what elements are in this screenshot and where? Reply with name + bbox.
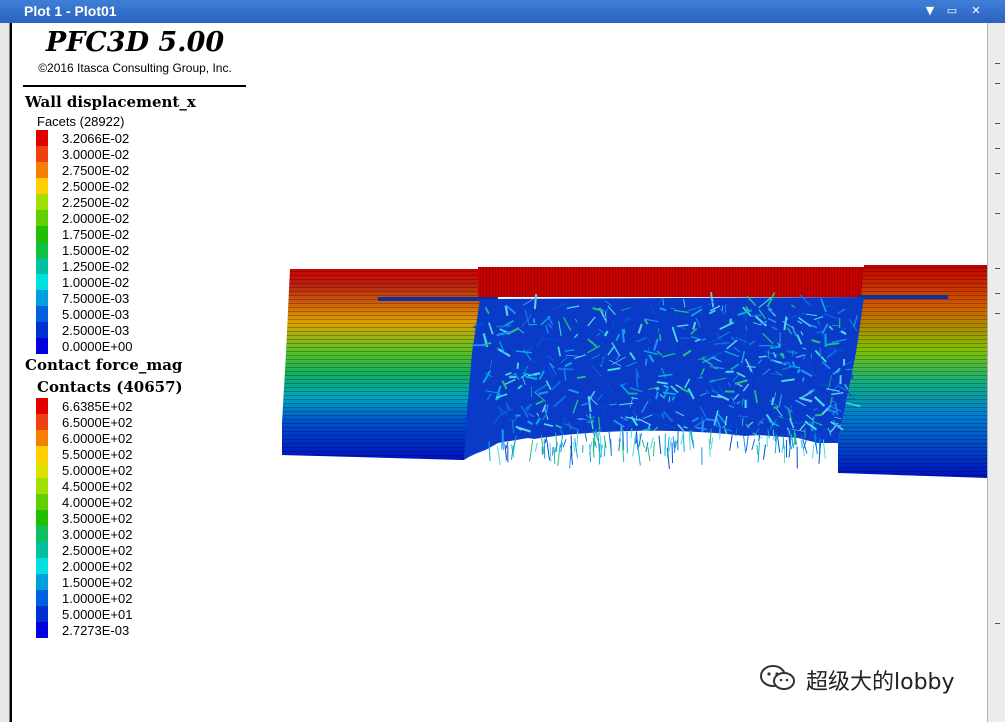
plot-viewport[interactable]: [258, 23, 988, 722]
strip-tick: [995, 293, 1000, 294]
strip-tick: [995, 123, 1000, 124]
wall-scale-label: 2.5000E-03: [62, 323, 130, 338]
wall-scale-label: 0.0000E+00: [62, 339, 133, 354]
strip-tick: [995, 268, 1000, 269]
watermark-text: 超级大的lobby: [806, 670, 955, 695]
contact-scale-label: 4.0000E+02: [62, 495, 133, 510]
wall-scale-label: 2.7500E-02: [62, 163, 130, 178]
wall-scale-label: 2.5000E-02: [62, 179, 130, 194]
contact-section-title: Contact force_mag: [25, 356, 183, 374]
strip-tick: [995, 83, 1000, 84]
contact-section-subtitle: Contacts (40657): [37, 378, 183, 396]
wall-color-swatch: [36, 258, 48, 274]
contact-color-swatch: [36, 526, 48, 542]
wall-color-swatch: [36, 306, 48, 322]
window-titlebar[interactable]: Plot 1 - Plot01 ▼ ▭ ✕: [0, 0, 1005, 24]
wall-color-swatch: [36, 162, 48, 178]
contact-scale-label: 2.5000E+02: [62, 543, 133, 558]
legend-divider: [23, 85, 246, 87]
wall-scale-label: 1.2500E-02: [62, 259, 130, 274]
wall-scale-label: 1.7500E-02: [62, 227, 130, 242]
strip-tick: [995, 623, 1000, 624]
contact-scale-label: 6.5000E+02: [62, 415, 133, 430]
contact-scale-label: 2.7273E-03: [62, 623, 130, 638]
contact-scale-label: 3.5000E+02: [62, 511, 133, 526]
contact-scale-label: 1.5000E+02: [62, 575, 133, 590]
contact-scale-label: 2.0000E+02: [62, 559, 133, 574]
strip-tick: [995, 313, 1000, 314]
contact-scale-label: 6.0000E+02: [62, 431, 133, 446]
wall-color-swatch: [36, 290, 48, 306]
contact-color-swatch: [36, 606, 48, 622]
wall-scale-label: 2.0000E-02: [62, 211, 130, 226]
window-title: Plot 1 - Plot01: [24, 3, 117, 19]
strip-tick: [995, 148, 1000, 149]
contact-color-swatch: [36, 398, 48, 414]
contact-color-swatch: [36, 510, 48, 526]
wall-scale-label: 2.2500E-02: [62, 195, 130, 210]
restore-icon[interactable]: ▭: [943, 3, 961, 19]
contact-color-swatch: [36, 590, 48, 606]
contact-color-swatch: [36, 430, 48, 446]
wall-color-swatch: [36, 322, 48, 338]
model-render: [282, 265, 988, 478]
wall-color-swatch: [36, 242, 48, 258]
left-panel-edge: [0, 23, 9, 722]
wall-section-subtitle: Facets (28922): [37, 114, 125, 129]
wall-color-swatch: [36, 194, 48, 210]
wall-scale-label: 1.0000E-02: [62, 275, 130, 290]
wall-scale-label: 7.5000E-03: [62, 291, 130, 306]
legend-panel: PFC3D 5.00 ©2016 Itasca Consulting Group…: [10, 23, 260, 722]
close-icon[interactable]: ✕: [967, 3, 985, 19]
wall-color-swatch: [36, 274, 48, 290]
strip-tick: [995, 213, 1000, 214]
contact-scale-label: 6.6385E+02: [62, 399, 133, 414]
contact-scale-label: 5.5000E+02: [62, 447, 133, 462]
contact-color-swatch: [36, 414, 48, 430]
contact-color-swatch: [36, 478, 48, 494]
wall-color-swatch: [36, 226, 48, 242]
wall-color-swatch: [36, 338, 48, 354]
contact-color-swatch: [36, 558, 48, 574]
contact-scale-label: 5.0000E+01: [62, 607, 133, 622]
strip-tick: [995, 173, 1000, 174]
wall-scale-label: 3.2066E-02: [62, 131, 130, 146]
wall-scale-label: 5.0000E-03: [62, 307, 130, 322]
wall-color-swatch: [36, 210, 48, 226]
wechat-icon: [760, 665, 795, 690]
strip-tick: [995, 63, 1000, 64]
top-wall-facets: [478, 267, 866, 297]
contact-scale-label: 1.0000E+02: [62, 591, 133, 606]
right-toolbar-strip: [987, 23, 1005, 722]
contact-scale-label: 5.0000E+02: [62, 463, 133, 478]
contact-color-swatch: [36, 622, 48, 638]
program-title: PFC3D 5.00: [45, 27, 225, 58]
contact-color-swatch: [36, 494, 48, 510]
wall-scale-label: 3.0000E-02: [62, 147, 130, 162]
wall-section-title: Wall displacement_x: [25, 93, 196, 111]
plot-content: PFC3D 5.00 ©2016 Itasca Consulting Group…: [9, 23, 988, 722]
wall-color-swatch: [36, 146, 48, 162]
wall-scale-label: 1.5000E-02: [62, 243, 130, 258]
wall-color-swatch: [36, 178, 48, 194]
contact-scale-label: 4.5000E+02: [62, 479, 133, 494]
contact-color-swatch: [36, 462, 48, 478]
contact-color-swatch: [36, 446, 48, 462]
contact-color-swatch: [36, 574, 48, 590]
dropdown-icon[interactable]: ▼: [921, 3, 939, 19]
contact-scale-label: 3.0000E+02: [62, 527, 133, 542]
stripe-right: [858, 295, 948, 299]
copyright-text: ©2016 Itasca Consulting Group, Inc.: [38, 61, 232, 75]
wall-color-swatch: [36, 130, 48, 146]
contact-color-swatch: [36, 542, 48, 558]
